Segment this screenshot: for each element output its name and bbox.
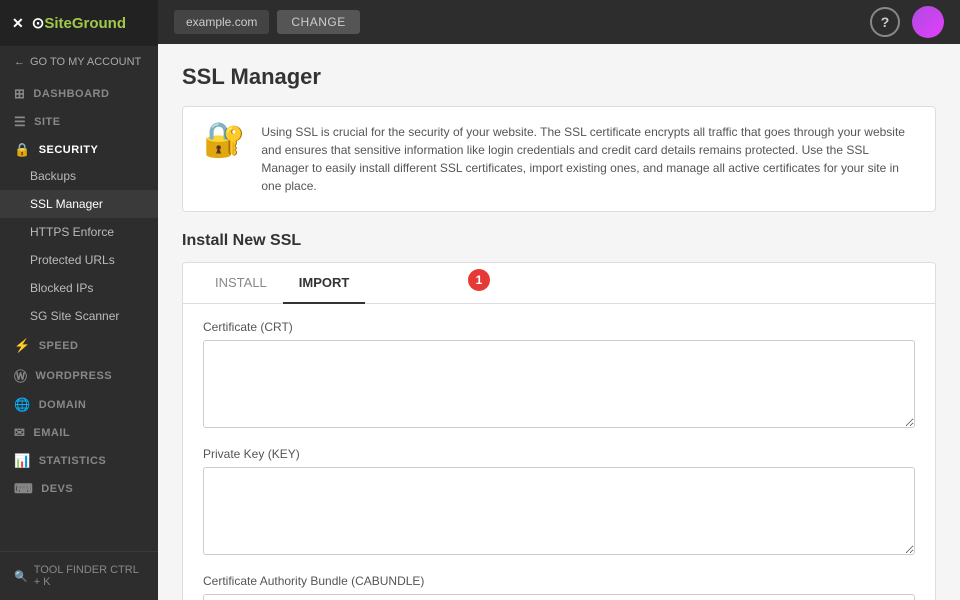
tabs-container: INSTALL IMPORT 1 Certificate (CRT) Priva… xyxy=(182,262,936,600)
sidebar-item-site[interactable]: ☰ SITE xyxy=(0,106,158,134)
key-textarea[interactable] xyxy=(203,467,915,555)
main-area: example.com CHANGE ? SSL Manager 🔐 Using… xyxy=(158,0,960,600)
install-section-title: Install New SSL xyxy=(182,232,936,250)
step-1-badge: 1 xyxy=(468,269,490,291)
tabs-header: INSTALL IMPORT 1 xyxy=(183,263,935,304)
info-box: 🔐 Using SSL is crucial for the security … xyxy=(182,106,936,212)
info-description: Using SSL is crucial for the security of… xyxy=(261,123,915,195)
tool-finder[interactable]: 🔍 TOOL FINDER CTRL + K xyxy=(0,551,158,600)
sidebar-subitem-protected-urls[interactable]: Protected URLs xyxy=(0,246,158,274)
sidebar-logo-area: ✕ ⊙SiteGround xyxy=(0,0,158,46)
close-icon[interactable]: ✕ xyxy=(12,15,24,32)
devs-icon: ⌨ xyxy=(14,481,33,497)
crt-label: Certificate (CRT) xyxy=(203,320,915,334)
top-right-controls: ? xyxy=(870,6,944,38)
back-arrow-icon: ← xyxy=(14,56,25,68)
security-icon: 🔒 xyxy=(14,142,31,158)
statistics-icon: 📊 xyxy=(14,453,31,469)
sidebar-subitem-backups[interactable]: Backups xyxy=(0,162,158,190)
page-content: SSL Manager 🔐 Using SSL is crucial for t… xyxy=(158,44,960,600)
sidebar-subitem-sg-site-scanner[interactable]: SG Site Scanner xyxy=(0,302,158,330)
sidebar-item-email[interactable]: ✉ EMAIL xyxy=(0,417,158,445)
domain-icon: 🌐 xyxy=(14,397,31,413)
crt-textarea[interactable] xyxy=(203,340,915,428)
sidebar: ✕ ⊙SiteGround ← GO TO MY ACCOUNT ⊞ DASHB… xyxy=(0,0,158,600)
sidebar-item-domain[interactable]: 🌐 DOMAIN xyxy=(0,389,158,417)
site-icon: ☰ xyxy=(14,114,26,130)
sidebar-item-dashboard[interactable]: ⊞ DASHBOARD xyxy=(0,78,158,106)
page-title: SSL Manager xyxy=(182,64,936,90)
help-button[interactable]: ? xyxy=(870,7,900,37)
change-site-button[interactable]: CHANGE xyxy=(277,10,359,34)
key-label: Private Key (KEY) xyxy=(203,447,915,461)
tab-install[interactable]: INSTALL xyxy=(199,263,283,304)
site-name-display: example.com xyxy=(174,10,269,34)
sidebar-subitem-https-enforce[interactable]: HTTPS Enforce xyxy=(0,218,158,246)
sidebar-subitem-blocked-ips[interactable]: Blocked IPs xyxy=(0,274,158,302)
cabundle-textarea[interactable] xyxy=(203,594,915,600)
tab-import[interactable]: IMPORT xyxy=(283,263,366,304)
cabundle-label: Certificate Authority Bundle (CABUNDLE) xyxy=(203,574,915,588)
sidebar-item-statistics[interactable]: 📊 STATISTICS xyxy=(0,445,158,473)
wordpress-icon: Ⓦ xyxy=(14,366,28,385)
tab-import-content: Certificate (CRT) Private Key (KEY) Cert… xyxy=(183,304,935,600)
sidebar-subitem-ssl-manager[interactable]: SSL Manager xyxy=(0,190,158,218)
sidebar-item-security[interactable]: 🔒 SECURITY xyxy=(0,134,158,162)
user-avatar[interactable] xyxy=(912,6,944,38)
go-to-account-link[interactable]: ← GO TO MY ACCOUNT xyxy=(0,46,158,78)
sidebar-item-speed[interactable]: ⚡ SPEED xyxy=(0,330,158,358)
sidebar-item-devs[interactable]: ⌨ DEVS xyxy=(0,473,158,501)
email-icon: ✉ xyxy=(14,425,25,441)
site-selector: example.com CHANGE xyxy=(174,10,360,34)
sidebar-item-wordpress[interactable]: Ⓦ WORDPRESS xyxy=(0,358,158,389)
search-icon: 🔍 xyxy=(14,570,28,583)
top-bar: example.com CHANGE ? xyxy=(158,0,960,44)
speed-icon: ⚡ xyxy=(14,338,31,354)
brand-name: ⊙SiteGround xyxy=(32,14,126,32)
sidebar-nav: ⊞ DASHBOARD ☰ SITE 🔒 SECURITY Backups SS… xyxy=(0,78,158,551)
dashboard-icon: ⊞ xyxy=(14,86,25,102)
ssl-lock-icon: 🔐 xyxy=(203,123,245,157)
